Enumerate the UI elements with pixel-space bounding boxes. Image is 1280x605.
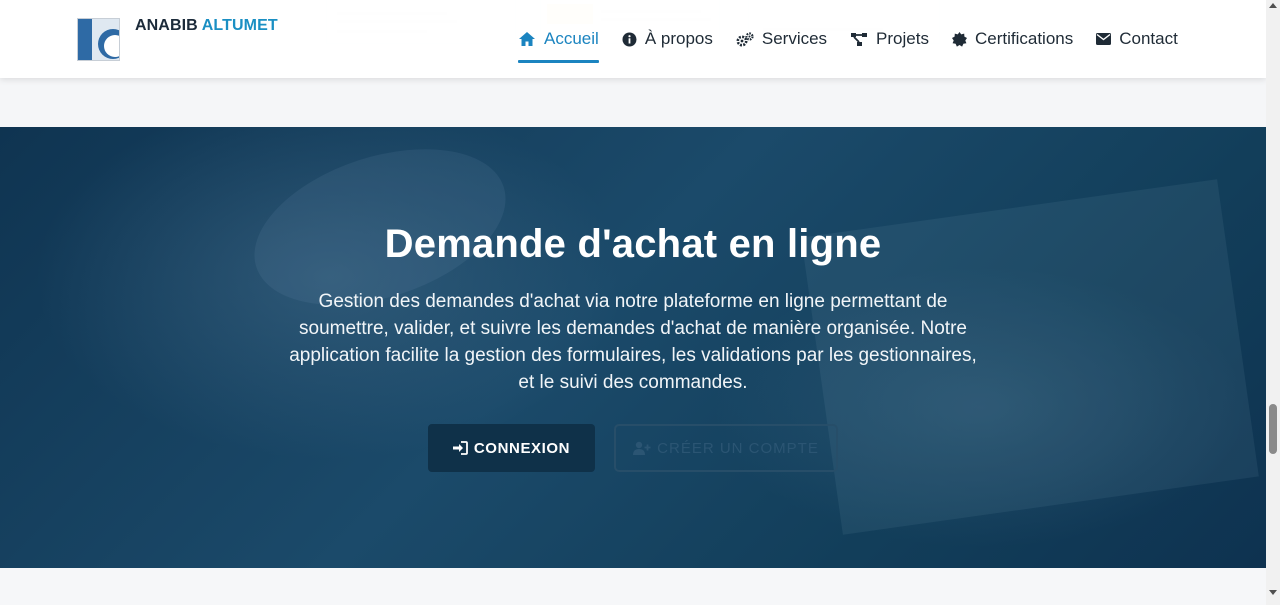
nav-item-services[interactable]: Services	[736, 28, 827, 50]
nav-item-label: Services	[761, 29, 828, 48]
nav-item-label: Certifications	[974, 29, 1074, 48]
nav-item-accueil[interactable]: Accueil	[518, 28, 599, 63]
company-logo[interactable]	[77, 18, 120, 61]
user-plus-icon	[633, 441, 651, 455]
hero-title: Demande d'achat en ligne	[384, 222, 882, 266]
brand-name-part2: ALTUMET	[201, 17, 278, 34]
create-account-button-label: CRÉER UN COMPTE	[657, 439, 819, 457]
nav-item-label: Accueil	[544, 29, 599, 48]
cogs-icon	[736, 31, 754, 47]
nav-item-label: À propos	[644, 29, 713, 48]
nav-item-label: Projets	[876, 29, 929, 48]
connexion-button[interactable]: CONNEXION	[428, 424, 595, 472]
home-icon	[518, 31, 536, 47]
scroll-up-arrow-icon[interactable]	[1266, 2, 1280, 14]
nav-item-a-propos[interactable]: À propos	[622, 28, 713, 50]
scrollbar-thumb[interactable]	[1269, 404, 1277, 454]
info-circle-icon	[622, 32, 637, 47]
connexion-button-label: CONNEXION	[473, 439, 571, 457]
nav-item-projets[interactable]: Projets	[850, 28, 929, 50]
project-diagram-icon	[850, 32, 868, 47]
vertical-scrollbar[interactable]	[1266, 0, 1280, 605]
scroll-down-arrow-icon[interactable]	[1266, 590, 1280, 602]
sign-in-icon	[452, 441, 468, 455]
brand-name-part1: ANABIB	[135, 17, 198, 34]
certificate-icon	[951, 31, 967, 47]
hero-section: Demande d'achat en ligne Gestion des dem…	[0, 127, 1266, 568]
envelope-icon	[1096, 33, 1112, 45]
main-nav: Accueil À propos Services Projets Certif…	[518, 28, 1201, 63]
next-section	[0, 568, 1266, 605]
brand-name[interactable]: ANABIB ALTUMET	[135, 17, 278, 35]
nav-item-label: Contact	[1119, 29, 1178, 48]
site-header: ANABIB ALTUMET Accueil À propos Services…	[0, 0, 1266, 78]
nav-item-contact[interactable]: Contact	[1096, 28, 1178, 50]
create-account-button[interactable]: CRÉER UN COMPTE	[614, 424, 838, 472]
hero-description: Gestion des demandes d'achat via notre p…	[289, 291, 977, 393]
nav-item-certifications[interactable]: Certifications	[951, 28, 1074, 50]
